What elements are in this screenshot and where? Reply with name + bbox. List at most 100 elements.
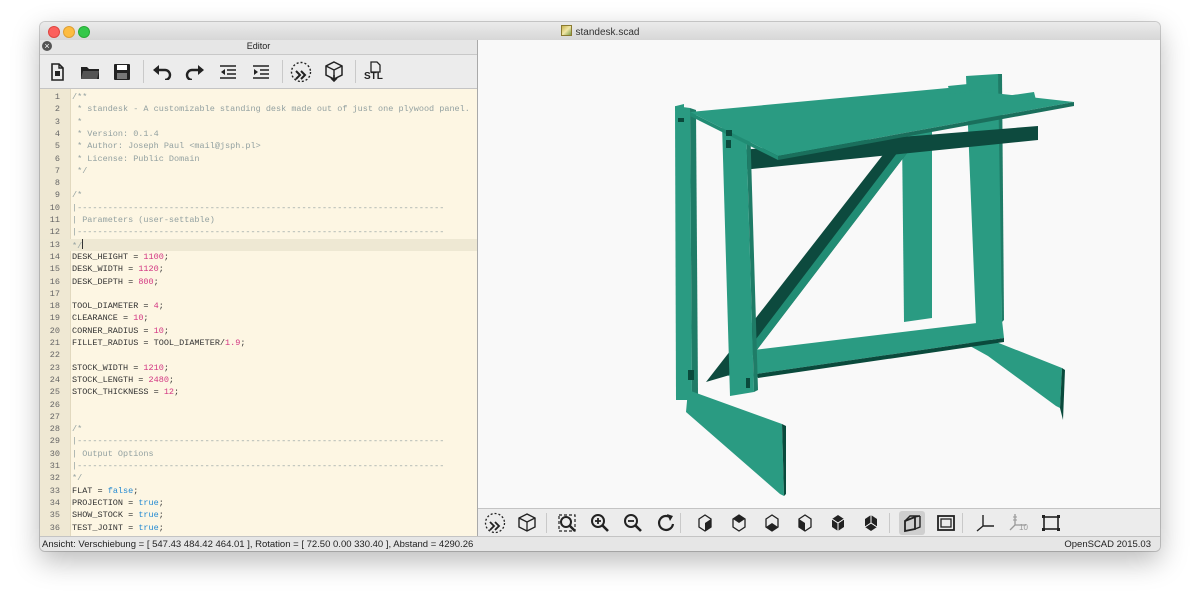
code-line[interactable]: 18 TOOL_DIAMETER = 4; — [40, 300, 477, 312]
export-stl-label: STL — [364, 70, 383, 82]
code-line[interactable]: 13 */ — [40, 238, 477, 251]
code-line[interactable]: 6 * License: Public Domain — [40, 153, 477, 165]
code-line[interactable]: 30 | Output Options — [40, 448, 477, 460]
perspective-icon — [901, 512, 923, 534]
code-line[interactable]: 8 — [40, 177, 477, 189]
view-front-button[interactable] — [825, 511, 851, 535]
line-number: 4 — [54, 128, 60, 139]
export-stl-button[interactable]: STL — [360, 58, 388, 85]
view-toolbar: 10 — [478, 508, 1160, 537]
line-number: 35 — [49, 510, 60, 521]
code-line[interactable]: 26 — [40, 399, 477, 411]
joint-slot — [746, 378, 750, 388]
code-line-text: |---------------------------------------… — [72, 436, 445, 447]
open-file-button[interactable] — [76, 58, 104, 85]
view-top-button[interactable] — [726, 511, 752, 535]
code-line[interactable]: 20 CORNER_RADIUS = 10; — [40, 325, 477, 337]
code-line-text: STOCK_LENGTH = 2480; — [72, 374, 175, 385]
code-line[interactable]: 12 |-------------------------------------… — [40, 226, 477, 238]
line-number: 11 — [49, 215, 60, 225]
code-line[interactable]: 9 /* — [40, 189, 477, 201]
line-number: 31 — [49, 461, 60, 471]
show-axes-button[interactable] — [972, 511, 998, 535]
view-right-button[interactable] — [692, 511, 718, 535]
code-line[interactable]: 34 PROJECTION = true; — [40, 497, 477, 509]
code-line[interactable]: 29 |-------------------------------------… — [40, 435, 477, 447]
code-line[interactable]: 3 * — [40, 116, 477, 128]
new-file-button[interactable] — [43, 58, 71, 85]
code-line[interactable]: 36 TEST_JOINT = true; — [40, 522, 477, 534]
code-line[interactable]: 19 CLEARANCE = 10; — [40, 312, 477, 324]
view-top-icon — [728, 512, 750, 534]
toolbar-separator — [143, 60, 144, 83]
code-line[interactable]: 31 |-------------------------------------… — [40, 460, 477, 472]
preview-button[interactable] — [482, 511, 508, 535]
code-line[interactable]: 17 — [40, 288, 477, 300]
line-number: 26 — [49, 399, 60, 410]
document-icon — [560, 25, 572, 36]
code-line[interactable]: 14 DESK_HEIGHT = 1100; — [40, 251, 477, 263]
show-edges-button[interactable] — [1038, 511, 1064, 535]
window-title: standesk.scad — [40, 25, 1160, 38]
code-line[interactable]: 33 FLAT = false; — [40, 485, 477, 497]
joint-slot — [726, 130, 732, 136]
code-line[interactable]: 15 DESK_WIDTH = 1120; — [40, 263, 477, 275]
view-back-button[interactable] — [858, 511, 884, 535]
show-scale-markers-button[interactable]: 10 — [1005, 511, 1031, 535]
desk-model — [675, 74, 1074, 496]
redo-button[interactable] — [181, 58, 209, 85]
code-line[interactable]: 11 | Parameters (user-settable) — [40, 214, 477, 226]
line-number: 24 — [49, 374, 60, 385]
view-front-icon — [827, 512, 849, 534]
left-back-leg — [675, 106, 692, 400]
undo-button[interactable] — [148, 58, 176, 85]
preview-button[interactable] — [287, 58, 315, 85]
code-line[interactable]: 4 * Version: 0.1.4 — [40, 128, 477, 140]
code-line[interactable]: 16 DESK_DEPTH = 800; — [40, 276, 477, 288]
code-line[interactable]: 35 SHOW_STOCK = true; — [40, 509, 477, 521]
code-line[interactable]: 32 */ — [40, 472, 477, 484]
code-line[interactable]: 2 * standesk - A customizable standing d… — [40, 103, 477, 115]
view-left-button[interactable] — [792, 511, 818, 535]
line-number: 13 — [49, 239, 60, 250]
open-folder-icon — [81, 66, 99, 79]
code-line[interactable]: 7 */ — [40, 165, 477, 177]
indent-icon — [253, 64, 269, 79]
render-button[interactable] — [320, 58, 348, 85]
code-line[interactable]: 1 /** — [40, 91, 477, 103]
unindent-button[interactable] — [214, 58, 242, 85]
code-line[interactable]: 23 STOCK_WIDTH = 1210; — [40, 362, 477, 374]
code-line[interactable]: 21 FILLET_RADIUS = TOOL_DIAMETER/1.9; — [40, 337, 477, 349]
code-line-text: | Parameters (user-settable) — [72, 215, 215, 225]
code-line-text: /* — [72, 424, 83, 435]
code-line[interactable]: 28 /* — [40, 423, 477, 435]
zoom-out-button[interactable] — [620, 511, 646, 535]
new-file-icon — [51, 62, 64, 81]
code-line[interactable]: 10 |-------------------------------------… — [40, 202, 477, 214]
code-line[interactable]: 25 STOCK_THICKNESS = 12; — [40, 386, 477, 398]
save-file-button[interactable] — [108, 58, 136, 85]
render-icon — [516, 512, 538, 534]
code-line[interactable]: 24 STOCK_LENGTH = 2480; — [40, 374, 477, 386]
zoom-in-button[interactable] — [587, 511, 613, 535]
code-line[interactable]: 22 — [40, 349, 477, 361]
orthogonal-button[interactable] — [933, 511, 959, 535]
indent-button[interactable] — [247, 58, 275, 85]
reset-view-button[interactable] — [653, 511, 679, 535]
zoom-out-icon — [622, 512, 644, 534]
code-editor[interactable]: 1/** 2 * standesk - A customizable standi… — [40, 89, 477, 536]
view-bottom-button[interactable] — [759, 511, 785, 535]
code-line[interactable]: 27 — [40, 411, 477, 423]
3d-viewport[interactable] — [478, 40, 1160, 508]
line-number: 19 — [49, 313, 60, 324]
line-number: 34 — [49, 497, 60, 508]
render-button[interactable] — [514, 511, 540, 535]
code-line-text: * standesk - A customizable standing des… — [72, 104, 470, 115]
code-line-text: CLEARANCE = 10; — [72, 313, 149, 324]
code-line-text: |---------------------------------------… — [72, 202, 445, 213]
perspective-button[interactable] — [899, 511, 925, 535]
line-number: 27 — [49, 411, 60, 422]
zoom-all-button[interactable] — [554, 511, 580, 535]
line-number: 28 — [49, 424, 60, 435]
code-line[interactable]: 5 * Author: Joseph Paul <mail@jsph.pl> — [40, 140, 477, 152]
